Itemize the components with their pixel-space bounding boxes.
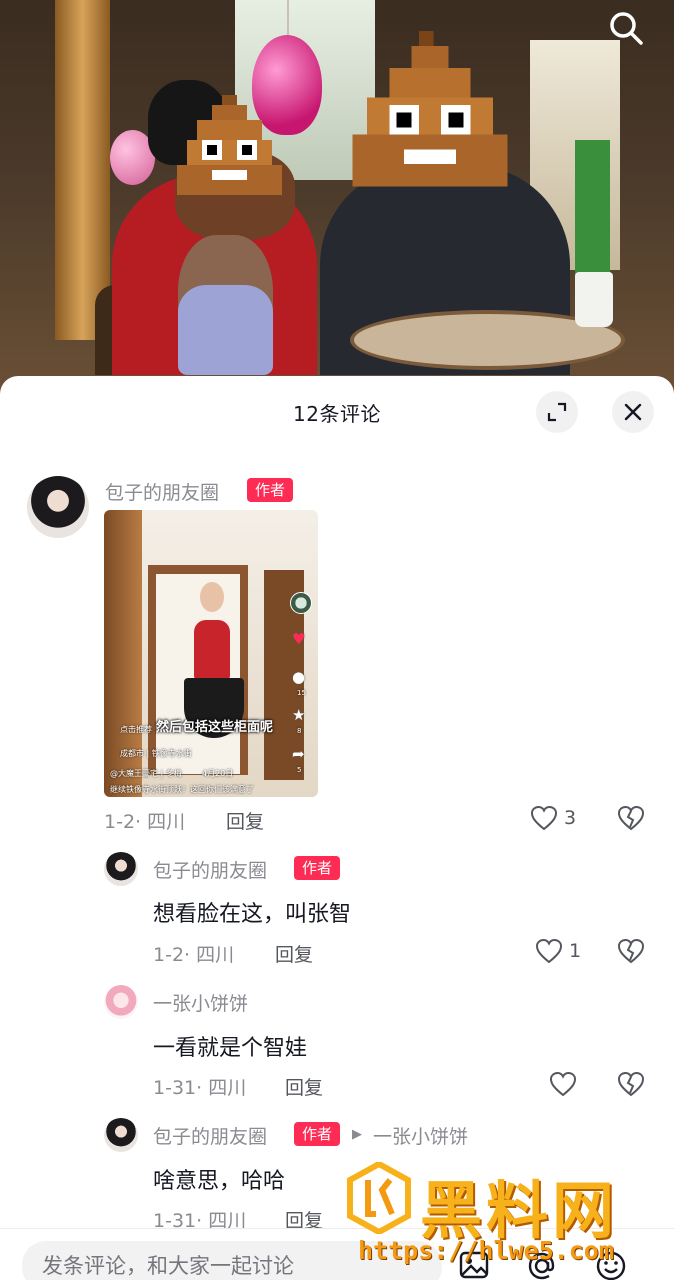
avatar[interactable]	[27, 476, 89, 538]
video-player[interactable]	[0, 0, 674, 400]
comments-header: 12条评论	[0, 376, 674, 448]
comment-username[interactable]: 包子的朋友圈	[105, 478, 219, 505]
poop-emoji-mask-left	[177, 95, 282, 195]
avatar[interactable]	[104, 1118, 138, 1152]
broken-heart-icon	[617, 1071, 645, 1097]
reply-button[interactable]: 回复	[226, 807, 264, 834]
like-button[interactable]: 1	[535, 938, 581, 964]
search-icon	[610, 12, 643, 45]
dislike-button[interactable]	[617, 805, 645, 835]
thumb-share-count: 5	[297, 766, 302, 774]
thumb-location: 成都市 | 铁像寺水街	[120, 749, 192, 758]
comments-count-title: 12条评论	[293, 401, 381, 426]
reply-arrow-icon: ▶	[352, 1127, 362, 1142]
thumb-heart-icon: ♥	[292, 630, 306, 648]
heart-icon	[535, 938, 563, 964]
like-count: 3	[564, 807, 577, 829]
dislike-button[interactable]	[617, 1071, 645, 1101]
comment-username[interactable]: 包子的朋友圈	[153, 1122, 267, 1149]
avatar[interactable]	[104, 985, 138, 1019]
comments-panel: 12条评论 包子的朋友圈 作者 ♥ ● 15 ★ 8 ➦ 5 点击推荐 然后包括…	[0, 376, 674, 1280]
thumb-comment-icon: ●	[292, 668, 306, 686]
comment-text: 一看就是个智娃	[153, 1036, 308, 1061]
avatar[interactable]	[104, 852, 138, 886]
like-count: 1	[569, 940, 582, 962]
comment-meta: 1-2· 四川	[153, 944, 235, 966]
comment-text: 想看脸在这，叫张智	[153, 902, 352, 927]
thumb-caption: 然后包括这些柜面呢	[156, 720, 274, 735]
broken-heart-icon	[617, 938, 645, 964]
heart-icon	[549, 1071, 577, 1097]
site-watermark: 黑料网 https://hlwe5.com	[340, 1160, 674, 1280]
author-badge: 作者	[294, 856, 341, 880]
author-badge: 作者	[294, 1122, 341, 1146]
poop-emoji-mask-right	[352, 31, 508, 187]
expand-button[interactable]	[536, 391, 578, 433]
attached-video-thumbnail[interactable]: ♥ ● 15 ★ 8 ➦ 5 点击推荐 然后包括这些柜面呢 成都市 | 铁像寺水…	[104, 510, 318, 797]
expand-icon	[547, 402, 567, 422]
search-button[interactable]	[606, 8, 646, 48]
watermark-logo-icon	[347, 1162, 411, 1234]
close-icon	[624, 403, 642, 421]
broken-heart-icon	[617, 805, 645, 831]
dog-coat	[178, 285, 273, 375]
like-button[interactable]	[549, 1071, 583, 1097]
thumb-person-head	[200, 582, 224, 612]
thumb-star-icon: ★	[292, 706, 306, 724]
balloon-string	[287, 0, 289, 40]
thumb-person-top	[194, 620, 230, 680]
thumb-tip: 点击推荐	[120, 725, 152, 734]
thumb-desc: 继续铁像寺水街顶跃！这回你们该满意了	[110, 785, 254, 794]
reply-button[interactable]: 回复	[285, 1073, 323, 1100]
comment-meta: 1-2· 四川	[104, 811, 186, 833]
thumb-share-icon: ➦	[292, 745, 305, 763]
heart-icon	[530, 805, 558, 831]
thumb-comment-count: 15	[297, 689, 306, 697]
author-badge: 作者	[247, 478, 294, 502]
comment-username[interactable]: 包子的朋友圈	[153, 856, 267, 883]
thumb-date: 4月20日	[202, 769, 234, 778]
comment-text: 啥意思，哈哈	[153, 1169, 286, 1194]
thumb-author-avatar	[290, 592, 312, 614]
like-button[interactable]: 3	[530, 805, 576, 831]
cup	[575, 272, 613, 327]
comment-meta: 1-31· 四川	[153, 1077, 247, 1099]
dislike-button[interactable]	[617, 938, 645, 968]
reply-button[interactable]: 回复	[275, 940, 313, 967]
thumb-author: @大魔王豪宅 | 冬梅	[110, 769, 182, 778]
close-button[interactable]	[612, 391, 654, 433]
watermark-url: https://hlwe5.com	[358, 1236, 614, 1265]
comment-username[interactable]: 一张小饼饼	[153, 989, 248, 1016]
thumb-star-count: 8	[297, 727, 302, 735]
reply-target-username[interactable]: 一张小饼饼	[373, 1122, 468, 1149]
